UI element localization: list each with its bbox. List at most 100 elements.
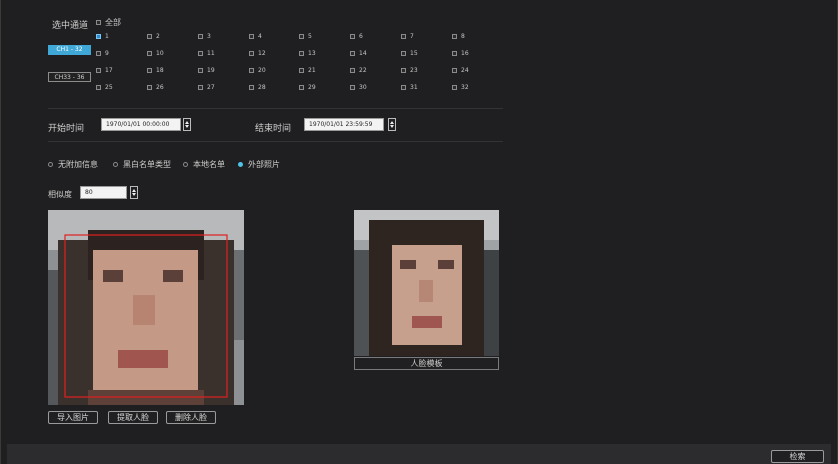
end-time-spinner[interactable] xyxy=(388,118,396,131)
channel-checkbox-31[interactable]: 31 xyxy=(401,83,418,92)
channel-checkbox-box[interactable] xyxy=(198,68,203,73)
channel-checkbox-box[interactable] xyxy=(401,68,406,73)
face-template-image xyxy=(354,210,499,356)
channel-checkbox-29[interactable]: 29 xyxy=(299,83,316,92)
channel-checkbox-1[interactable]: 1 xyxy=(96,32,109,41)
search-button[interactable]: 检索 xyxy=(771,450,824,463)
spin-down-icon[interactable] xyxy=(185,125,189,128)
channel-checkbox-box[interactable] xyxy=(96,68,101,73)
channel-checkbox-box[interactable] xyxy=(299,85,304,90)
channel-checkbox-4[interactable]: 4 xyxy=(249,32,262,41)
channel-checkbox-23[interactable]: 23 xyxy=(401,66,418,75)
channel-checkbox-5[interactable]: 5 xyxy=(299,32,312,41)
select-all-checkbox[interactable]: 全部 xyxy=(96,18,121,27)
channel-checkbox-box[interactable] xyxy=(401,85,406,90)
channel-checkbox-9[interactable]: 9 xyxy=(96,49,109,58)
channel-checkbox-box[interactable] xyxy=(299,51,304,56)
similarity-spinner[interactable] xyxy=(130,186,138,199)
channel-checkbox-12[interactable]: 12 xyxy=(249,49,266,58)
channel-checkbox-label: 30 xyxy=(359,84,367,91)
channel-checkbox-11[interactable]: 11 xyxy=(198,49,215,58)
channel-checkbox-32[interactable]: 32 xyxy=(452,83,469,92)
channel-checkbox-26[interactable]: 26 xyxy=(147,83,164,92)
channel-checkbox-13[interactable]: 13 xyxy=(299,49,316,58)
filter-option-label: 外部照片 xyxy=(248,160,280,169)
spin-down-icon[interactable] xyxy=(390,125,394,128)
radio-button-selected[interactable] xyxy=(238,162,243,167)
channel-checkbox-25[interactable]: 25 xyxy=(96,83,113,92)
channel-checkbox-box[interactable] xyxy=(198,34,203,39)
channel-checkbox-box[interactable] xyxy=(147,51,152,56)
channel-checkbox-20[interactable]: 20 xyxy=(249,66,266,75)
channel-checkbox-box[interactable] xyxy=(452,51,457,56)
spin-up-icon[interactable] xyxy=(390,121,394,124)
channel-checkbox-box[interactable] xyxy=(147,34,152,39)
channel-checkbox-box[interactable] xyxy=(96,51,101,56)
channel-checkbox-6[interactable]: 6 xyxy=(350,32,363,41)
extract-face-button[interactable]: 提取人脸 xyxy=(108,411,158,424)
channel-checkbox-box[interactable] xyxy=(350,34,355,39)
channel-checkbox-box[interactable] xyxy=(299,68,304,73)
channel-range-1-32-button[interactable]: CH1 - 32 xyxy=(48,45,91,55)
channel-checkbox-label: 21 xyxy=(308,67,316,74)
channel-checkbox-box[interactable] xyxy=(249,85,254,90)
channel-checkbox-17[interactable]: 17 xyxy=(96,66,113,75)
channel-checkbox-box[interactable] xyxy=(299,34,304,39)
channel-checkbox-box[interactable] xyxy=(96,34,101,39)
channel-checkbox-19[interactable]: 19 xyxy=(198,66,215,75)
filter-option-external-photo[interactable]: 外部照片 xyxy=(238,159,280,170)
channel-checkbox-28[interactable]: 28 xyxy=(249,83,266,92)
delete-face-button[interactable]: 删除人脸 xyxy=(166,411,216,424)
channel-checkbox-box[interactable] xyxy=(350,51,355,56)
channel-checkbox-box[interactable] xyxy=(147,85,152,90)
channel-range-33-36-button[interactable]: CH33 - 36 xyxy=(48,72,91,82)
channel-checkbox-box[interactable] xyxy=(249,68,254,73)
channel-checkbox-2[interactable]: 2 xyxy=(147,32,160,41)
start-time-spinner[interactable] xyxy=(183,118,191,131)
channel-checkbox-14[interactable]: 14 xyxy=(350,49,367,58)
channel-checkbox-15[interactable]: 15 xyxy=(401,49,418,58)
channel-checkbox-24[interactable]: 24 xyxy=(452,66,469,75)
channel-checkbox-16[interactable]: 16 xyxy=(452,49,469,58)
channel-checkbox-box[interactable] xyxy=(452,68,457,73)
channel-checkbox-10[interactable]: 10 xyxy=(147,49,164,58)
import-image-button[interactable]: 导入图片 xyxy=(48,411,98,424)
channel-checkbox-box[interactable] xyxy=(249,51,254,56)
radio-button[interactable] xyxy=(183,162,188,167)
channel-checkbox-box[interactable] xyxy=(452,85,457,90)
channel-checkbox-box[interactable] xyxy=(401,51,406,56)
channel-checkbox-box[interactable] xyxy=(198,85,203,90)
start-time-input[interactable]: 1970/01/01 00:00:00 xyxy=(101,118,181,131)
channel-checkbox-box[interactable] xyxy=(147,68,152,73)
uploaded-photo[interactable] xyxy=(48,210,244,405)
end-time-input[interactable]: 1970/01/01 23:59:59 xyxy=(304,118,384,131)
channel-checkbox-27[interactable]: 27 xyxy=(198,83,215,92)
channel-checkbox-3[interactable]: 3 xyxy=(198,32,211,41)
channel-select-label: 选中通道 xyxy=(52,21,89,31)
end-time-label: 结束时间 xyxy=(255,124,292,134)
channel-checkbox-box[interactable] xyxy=(198,51,203,56)
channel-checkbox-21[interactable]: 21 xyxy=(299,66,316,75)
spin-up-icon[interactable] xyxy=(132,189,136,192)
channel-checkbox-box[interactable] xyxy=(452,34,457,39)
select-all-box[interactable] xyxy=(96,20,101,25)
filter-option-blackwhite-list[interactable]: 黑白名单类型 xyxy=(113,159,171,170)
channel-checkbox-22[interactable]: 22 xyxy=(350,66,367,75)
channel-checkbox-box[interactable] xyxy=(350,68,355,73)
channel-checkbox-18[interactable]: 18 xyxy=(147,66,164,75)
channel-checkbox-box[interactable] xyxy=(96,85,101,90)
channel-checkbox-30[interactable]: 30 xyxy=(350,83,367,92)
similarity-input[interactable]: 80 xyxy=(80,186,127,199)
spin-up-icon[interactable] xyxy=(185,121,189,124)
channel-checkbox-box[interactable] xyxy=(249,34,254,39)
filter-option-no-extra-info[interactable]: 无附加信息 xyxy=(48,159,98,170)
spin-down-icon[interactable] xyxy=(132,193,136,196)
filter-option-local-list[interactable]: 本地名单 xyxy=(183,159,225,170)
channel-checkbox-box[interactable] xyxy=(401,34,406,39)
channel-checkbox-box[interactable] xyxy=(350,85,355,90)
radio-button[interactable] xyxy=(48,162,53,167)
channel-checkbox-7[interactable]: 7 xyxy=(401,32,414,41)
channel-checkbox-label: 7 xyxy=(410,33,414,40)
channel-checkbox-8[interactable]: 8 xyxy=(452,32,465,41)
radio-button[interactable] xyxy=(113,162,118,167)
